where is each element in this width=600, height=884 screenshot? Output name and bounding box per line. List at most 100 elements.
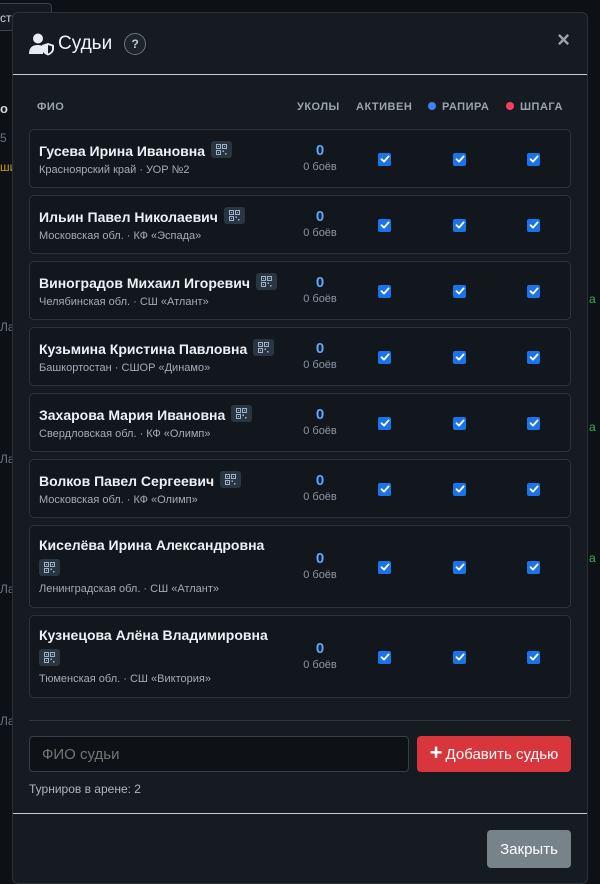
epee-checkbox[interactable]: [527, 482, 540, 496]
referee-name: Волков Павел Сергеевич: [39, 471, 242, 489]
referee-touches: 0: [315, 339, 325, 357]
referee-name-text: Киселёва Ирина Александровна: [39, 537, 265, 553]
qr-code-icon[interactable]: [256, 273, 277, 290]
referee-name: Кузнецова Алёна Владимировна: [39, 627, 289, 667]
referee-region: Челябинская обл. · СШ «Атлант»: [39, 296, 209, 308]
header-touches: УКОЛЫ: [297, 101, 340, 113]
referee-bouts: 0 боёв: [303, 292, 337, 305]
close-icon[interactable]: ×: [557, 29, 570, 51]
referee-region: Ленинградская обл. · СШ «Атлант»: [39, 583, 220, 595]
add-referee-label: Добавить судью: [445, 745, 559, 763]
add-referee-button[interactable]: + Добавить судью: [417, 736, 571, 772]
referee-touches: 0: [315, 639, 325, 657]
foil-checkbox[interactable]: [453, 284, 466, 298]
close-button[interactable]: Закрыть: [487, 830, 571, 868]
foil-checkbox[interactable]: [453, 218, 466, 232]
referees-modal: Судьи ? × ФИО УКОЛЫ АКТИВЕН РАПИРА ШПАГА…: [12, 12, 588, 884]
epee-checkbox[interactable]: [527, 152, 540, 166]
referee-region: Московская обл. · КФ «Олимп»: [39, 494, 198, 506]
referee-row: Ильин Павел Николаевич Московская обл. · …: [29, 195, 571, 254]
foil-dot-icon: [428, 102, 436, 110]
referee-touches: 0: [315, 549, 325, 567]
table-header: ФИО УКОЛЫ АКТИВЕН РАПИРА ШПАГА: [29, 101, 571, 117]
foil-checkbox[interactable]: [453, 560, 466, 574]
background-fragment: 5: [0, 131, 7, 145]
header-epee: ШПАГА: [506, 101, 563, 113]
referee-touches: 0: [315, 405, 325, 423]
modal-title: Судьи: [58, 32, 113, 54]
qr-code-icon[interactable]: [39, 649, 60, 666]
help-icon[interactable]: ?: [124, 32, 147, 55]
header-active: АКТИВЕН: [356, 101, 413, 113]
header-name: ФИО: [37, 101, 65, 113]
referee-name-text: Кузнецова Алёна Владимировна: [39, 627, 268, 643]
referee-row: Киселёва Ирина Александровна Ленинградска…: [29, 525, 571, 608]
plus-icon: +: [429, 740, 443, 765]
referee-region: Башкортостан · СШОР «Динамо»: [39, 362, 211, 374]
qr-code-icon[interactable]: [39, 559, 60, 576]
referee-name: Ильин Павел Николаевич: [39, 207, 245, 225]
referee-name: Захарова Мария Ивановна: [39, 405, 253, 423]
header-foil: РАПИРА: [428, 101, 489, 113]
active-checkbox[interactable]: [378, 284, 391, 298]
active-checkbox[interactable]: [378, 416, 391, 430]
referee-region: Свердловская обл. · КФ «Олимп»: [39, 428, 211, 440]
qr-code-icon[interactable]: [223, 207, 245, 224]
active-checkbox[interactable]: [378, 560, 391, 574]
active-checkbox[interactable]: [378, 482, 391, 496]
epee-checkbox[interactable]: [527, 416, 540, 430]
epee-checkbox[interactable]: [527, 284, 540, 298]
qr-code-icon[interactable]: [231, 405, 253, 422]
epee-checkbox[interactable]: [527, 350, 540, 364]
active-checkbox[interactable]: [378, 152, 391, 166]
qr-code-icon[interactable]: [211, 141, 232, 158]
referee-name-text: Кузьмина Кристина Павловна: [39, 341, 248, 357]
foil-checkbox[interactable]: [453, 152, 466, 166]
divider: [29, 720, 571, 721]
referee-name-text: Ильин Павел Николаевич: [39, 209, 218, 225]
referee-bouts: 0 боёв: [303, 424, 337, 437]
referee-row: Кузнецова Алёна Владимировна Тюменская об…: [29, 615, 571, 698]
referee-name: Киселёва Ирина Александровна: [39, 537, 289, 577]
referee-touches: 0: [315, 273, 325, 291]
referees-list: Гусева Ирина Ивановна Красноярский край ·…: [29, 129, 571, 705]
active-checkbox[interactable]: [378, 650, 391, 664]
epee-checkbox[interactable]: [527, 560, 540, 574]
referee-name: Виноградов Михаил Игоревич: [39, 273, 277, 291]
referee-row: Гусева Ирина Ивановна Красноярский край ·…: [29, 129, 571, 188]
referee-name: Гусева Ирина Ивановна: [39, 141, 232, 159]
referee-row: Кузьмина Кристина Павловна Башкортостан ·…: [29, 327, 571, 386]
epee-checkbox[interactable]: [527, 650, 540, 664]
referee-bouts: 0 боёв: [303, 160, 337, 173]
referee-name-text: Волков Павел Сергеевич: [39, 473, 215, 489]
referee-name-text: Виноградов Михаил Игоревич: [39, 275, 250, 291]
header-foil-label: РАПИРА: [442, 101, 490, 113]
referee-row: Виноградов Михаил Игоревич Челябинская об…: [29, 261, 571, 320]
referee-name: Кузьмина Кристина Павловна: [39, 339, 275, 357]
referee-name-text: Захарова Мария Ивановна: [39, 407, 226, 423]
referee-name-input[interactable]: [29, 736, 409, 772]
referee-region: Тюменская обл. · СШ «Виктория»: [39, 673, 211, 685]
epee-dot-icon: [506, 102, 514, 110]
epee-checkbox[interactable]: [527, 218, 540, 232]
referee-region: Красноярский край · УОР №2: [39, 164, 190, 176]
active-checkbox[interactable]: [378, 218, 391, 232]
referee-touches: 0: [315, 207, 325, 225]
qr-code-icon[interactable]: [220, 471, 242, 488]
referee-shield-icon: [29, 32, 55, 56]
referee-row: Захарова Мария Ивановна Свердловская обл.…: [29, 393, 571, 452]
referee-bouts: 0 боёв: [303, 658, 337, 671]
background-fragment: а: [589, 420, 596, 434]
background-fragment: а: [589, 292, 596, 306]
background-fragment: а: [589, 551, 596, 565]
foil-checkbox[interactable]: [453, 482, 466, 496]
qr-code-icon[interactable]: [253, 339, 275, 356]
footer-divider: [13, 813, 587, 814]
foil-checkbox[interactable]: [453, 350, 466, 364]
referee-touches: 0: [315, 471, 325, 489]
referee-row: Волков Павел Сергеевич Московская обл. · …: [29, 459, 571, 518]
active-checkbox[interactable]: [378, 350, 391, 364]
foil-checkbox[interactable]: [453, 650, 466, 664]
referee-bouts: 0 боёв: [303, 568, 337, 581]
foil-checkbox[interactable]: [453, 416, 466, 430]
